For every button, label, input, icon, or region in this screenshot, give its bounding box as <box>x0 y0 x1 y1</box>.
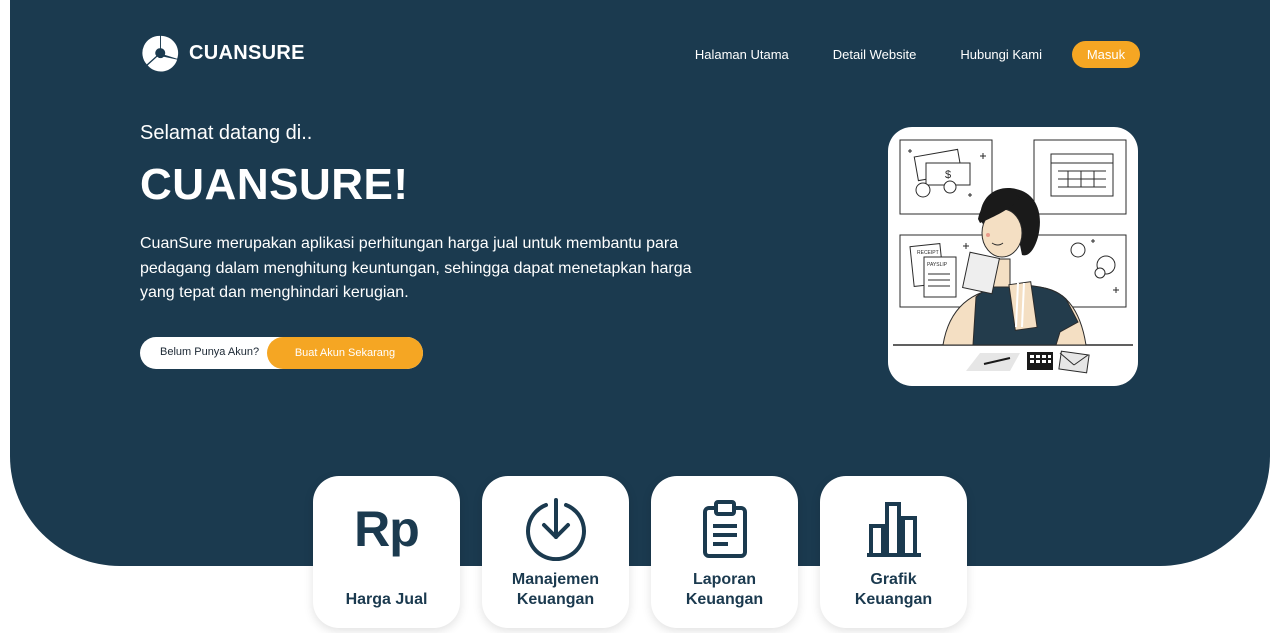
create-account-button[interactable]: Buat Akun Sekarang <box>267 337 423 369</box>
rupiah-icon: Rp <box>354 501 420 557</box>
feature-label: Manajemen Keuangan <box>511 571 600 608</box>
top-navigation: Halaman Utama Detail Website Hubungi Kam… <box>695 41 1140 68</box>
feature-card-harga-jual[interactable]: Rp Harga Jual <box>313 476 460 628</box>
nav-link-halaman-utama[interactable]: Halaman Utama <box>695 47 789 62</box>
feature-label: Grafik Keuangan <box>854 571 933 608</box>
brand-name: CUANSURE <box>189 41 305 64</box>
cuansure-logo-icon <box>142 35 179 72</box>
feature-card-manajemen-keuangan[interactable]: Manajemen Keuangan <box>482 476 629 628</box>
feature-card-grafik-keuangan[interactable]: Grafik Keuangan <box>820 476 967 628</box>
payslip-text: PAYSLIP <box>927 262 948 268</box>
hero-title: CUANSURE! <box>140 160 409 209</box>
brand-logo[interactable]: CUANSURE <box>142 34 305 72</box>
feature-card-laporan-keuangan[interactable]: Laporan Keuangan <box>651 476 798 628</box>
feature-label: Harga Jual <box>345 591 428 608</box>
feature-cards: Rp Harga Jual Manajemen Keuangan Laporan… <box>313 476 967 628</box>
feature-label: Laporan Keuangan <box>685 571 764 608</box>
signup-cta: Belum Punya Akun? Buat Akun Sekarang <box>140 337 423 369</box>
clipboard-icon <box>651 498 798 560</box>
login-button[interactable]: Masuk <box>1072 41 1140 68</box>
download-icon <box>482 498 629 561</box>
welcome-text: Selamat datang di.. <box>140 122 313 144</box>
dollar-text: $ <box>945 169 951 181</box>
bar-chart-icon <box>820 498 967 560</box>
nav-link-detail-website[interactable]: Detail Website <box>833 47 917 62</box>
nav-link-hubungi-kami[interactable]: Hubungi Kami <box>960 47 1042 62</box>
receipt-text: RECEIPT <box>917 250 939 256</box>
finance-person-illustration: $ RECEIPT PAYSLIP <box>893 139 1133 374</box>
hero-illustration: $ RECEIPT PAYSLIP <box>888 127 1138 386</box>
signup-prompt: Belum Punya Akun? <box>160 346 260 358</box>
hero-description: CuanSure merupakan aplikasi perhitungan … <box>140 235 692 301</box>
